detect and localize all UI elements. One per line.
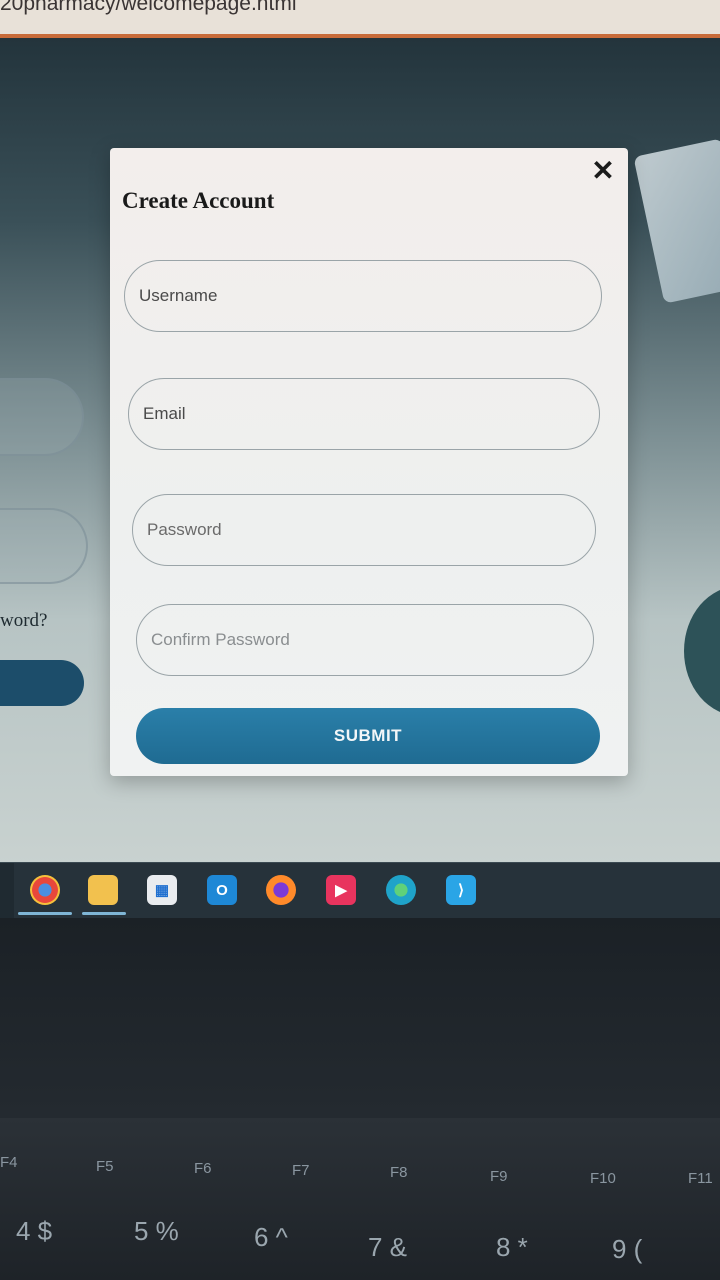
key-8: 8 * bbox=[496, 1232, 528, 1262]
background-circle-decoration bbox=[684, 586, 720, 716]
chrome-icon[interactable] bbox=[30, 875, 60, 905]
file-explorer-active-indicator bbox=[82, 912, 126, 915]
username-field[interactable] bbox=[124, 260, 602, 332]
modal-title: Create Account bbox=[122, 188, 275, 213]
microsoft-store-icon[interactable]: ▦ bbox=[147, 875, 177, 905]
outlook-icon[interactable]: O bbox=[207, 875, 237, 905]
windows-taskbar: ▦ O ▶ ⟩ bbox=[0, 862, 720, 919]
chrome-active-indicator bbox=[18, 912, 72, 915]
laptop-bezel bbox=[0, 918, 720, 1118]
key-4: 4 $ bbox=[16, 1216, 53, 1246]
background-login-button bbox=[0, 660, 84, 706]
key-7: 7 & bbox=[368, 1232, 408, 1262]
key-5: 5 % bbox=[134, 1216, 179, 1246]
email-field[interactable] bbox=[128, 378, 600, 450]
media-player-icon[interactable]: ▶ bbox=[326, 875, 356, 905]
confirm-password-input[interactable] bbox=[137, 605, 593, 675]
key-f11: F11 bbox=[688, 1170, 713, 1187]
taskbar-edge bbox=[0, 863, 14, 919]
browser-address-bar[interactable]: 20pharmacy/welcomepage.html bbox=[0, 0, 720, 38]
page-background: word? ✕ Create Account SUBMIT bbox=[0, 38, 720, 870]
key-f7: F7 bbox=[292, 1162, 310, 1179]
laptop-keyboard: F4 F5 F6 F7 F8 F9 F10 F11 4 $ 5 % 6 ^ 7 … bbox=[0, 1118, 720, 1280]
key-f5: F5 bbox=[96, 1158, 114, 1175]
create-account-modal: ✕ Create Account SUBMIT bbox=[110, 148, 628, 776]
username-input[interactable] bbox=[125, 261, 601, 331]
key-9: 9 ( bbox=[612, 1234, 643, 1264]
firefox-icon[interactable] bbox=[266, 875, 296, 905]
background-product-image bbox=[633, 138, 720, 304]
edge-icon[interactable] bbox=[386, 875, 416, 905]
key-f4: F4 bbox=[0, 1154, 18, 1171]
password-input[interactable] bbox=[133, 495, 595, 565]
key-f8: F8 bbox=[390, 1164, 408, 1181]
background-forgot-password-link: word? bbox=[0, 610, 48, 631]
key-6: 6 ^ bbox=[254, 1222, 288, 1252]
file-explorer-icon[interactable] bbox=[88, 875, 118, 905]
key-f6: F6 bbox=[194, 1160, 212, 1177]
background-username-field bbox=[0, 378, 84, 456]
background-password-field bbox=[0, 508, 88, 584]
url-text: 20pharmacy/welcomepage.html bbox=[0, 0, 297, 15]
key-f9: F9 bbox=[490, 1168, 508, 1185]
close-icon[interactable]: ✕ bbox=[588, 156, 618, 186]
vscode-icon[interactable]: ⟩ bbox=[446, 875, 476, 905]
submit-button[interactable]: SUBMIT bbox=[136, 708, 600, 764]
confirm-password-field[interactable] bbox=[136, 604, 594, 676]
email-input[interactable] bbox=[129, 379, 599, 449]
key-f10: F10 bbox=[590, 1170, 616, 1187]
password-field[interactable] bbox=[132, 494, 596, 566]
